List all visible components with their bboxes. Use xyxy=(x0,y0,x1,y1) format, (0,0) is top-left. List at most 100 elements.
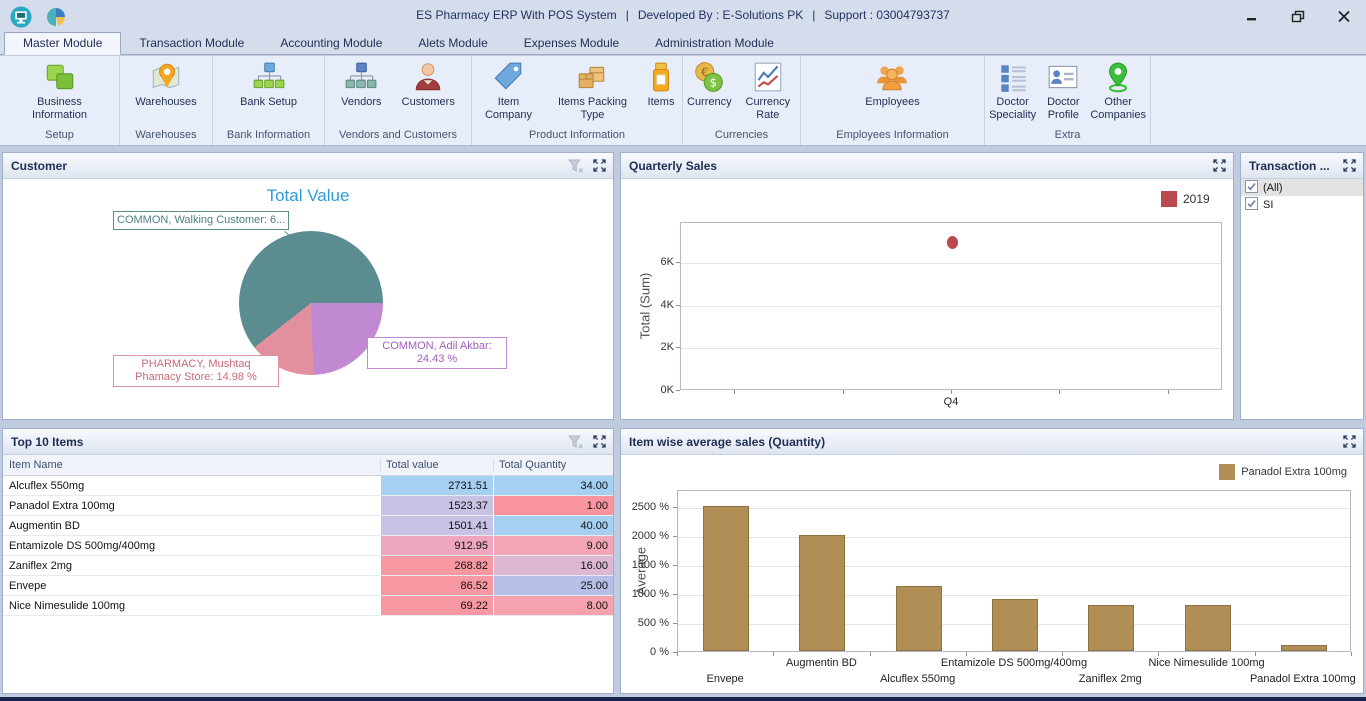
ribbon-button-label: Items xyxy=(648,96,675,109)
transaction-filter-si[interactable]: SI xyxy=(1241,196,1363,213)
tab-accounting-module[interactable]: Accounting Module xyxy=(262,33,400,54)
column-header-total-value[interactable]: Total value xyxy=(380,459,493,471)
gridline xyxy=(678,537,1350,538)
bar-nice-nimesulide-100mg[interactable] xyxy=(1185,605,1231,651)
ribbon-button-items[interactable]: Items xyxy=(640,59,682,110)
checkbox-checked-icon[interactable] xyxy=(1245,180,1258,196)
gridline xyxy=(678,508,1350,509)
legend-2019: 2019 xyxy=(1161,191,1210,207)
tab-expenses-module[interactable]: Expenses Module xyxy=(506,33,637,54)
doctor-profile-icon xyxy=(1046,60,1080,94)
legend-label: 2019 xyxy=(1183,192,1210,206)
expand-icon[interactable] xyxy=(593,435,606,448)
bar-alcuflex-550mg[interactable] xyxy=(896,586,942,651)
cell-total-quantity: 16.00 xyxy=(493,556,613,575)
ribbon-button-customers[interactable]: Customers xyxy=(398,59,459,110)
transaction-filter-list: (All) SI xyxy=(1241,179,1363,419)
ribbon-button-currency-rate[interactable]: Currency Rate xyxy=(736,59,800,123)
x-tick-mark xyxy=(1158,652,1159,656)
y-tick-mark xyxy=(673,507,677,508)
ribbon-button-employees[interactable]: Employees xyxy=(861,59,923,110)
ribbon-button-items-packing-type[interactable]: Items Packing Type xyxy=(545,59,640,123)
other-companies-icon xyxy=(1101,60,1135,94)
ribbon-group-employees-information: EmployeesEmployees Information xyxy=(801,56,985,145)
ribbon-group-caption: Vendors and Customers xyxy=(325,129,471,145)
column-header-total-quantity[interactable]: Total Quantity xyxy=(493,459,613,471)
app-window: ES Pharmacy ERP With POS System|Develope… xyxy=(0,0,1366,701)
ribbon-button-label: Vendors xyxy=(341,96,381,109)
window-title: ES Pharmacy ERP With POS System|Develope… xyxy=(0,8,1366,22)
x-category-label: Panadol Extra 100mg xyxy=(1250,673,1356,685)
tab-transaction-module[interactable]: Transaction Module xyxy=(121,33,262,54)
ribbon-button-doctor-profile[interactable]: Doctor Profile xyxy=(1040,59,1086,123)
x-tick-mark xyxy=(966,652,967,656)
ribbon-group-caption: Bank Information xyxy=(213,129,324,145)
y-tick-mark xyxy=(676,347,680,348)
expand-icon[interactable] xyxy=(1343,159,1356,172)
ribbon-group-caption: Currencies xyxy=(683,129,800,145)
table-row[interactable]: Envepe86.5225.00 xyxy=(3,576,613,596)
customers-icon xyxy=(411,60,445,94)
expand-icon[interactable] xyxy=(1213,159,1226,172)
bar-panadol-extra-100mg[interactable] xyxy=(1281,645,1327,651)
module-tabs: Master ModuleTransaction ModuleAccountin… xyxy=(0,33,1366,55)
expand-icon[interactable] xyxy=(1343,435,1356,448)
checkbox-checked-icon[interactable] xyxy=(1245,197,1258,213)
table-row[interactable]: Alcuflex 550mg2731.5134.00 xyxy=(3,476,613,496)
total-value-pie[interactable] xyxy=(239,231,383,375)
business-information-icon xyxy=(43,60,77,94)
ribbon-button-label: Items Packing Type xyxy=(549,96,636,122)
cell-total-value: 1501.41 xyxy=(380,516,493,535)
tab-administration-module[interactable]: Administration Module xyxy=(637,33,792,54)
gridline xyxy=(678,595,1350,596)
y-tick-mark xyxy=(673,623,677,624)
table-row[interactable]: Augmentin BD1501.4140.00 xyxy=(3,516,613,536)
ribbon-button-business-information[interactable]: Business Information xyxy=(8,59,112,123)
expand-icon[interactable] xyxy=(593,159,606,172)
column-header-item-name[interactable]: Item Name xyxy=(3,459,380,471)
table-row[interactable]: Zaniflex 2mg268.8216.00 xyxy=(3,556,613,576)
bar-envepe[interactable] xyxy=(703,506,749,651)
legend-swatch xyxy=(1161,191,1177,207)
ribbon-group-caption: Product Information xyxy=(472,129,682,145)
ribbon-button-item-company[interactable]: Item Company xyxy=(472,59,545,123)
quarterly-panel-title: Quarterly Sales xyxy=(629,159,1204,173)
filter-icon[interactable] xyxy=(568,159,584,173)
legend-swatch xyxy=(1219,464,1235,480)
y-tick-mark xyxy=(676,262,680,263)
x-tick-mark xyxy=(1351,652,1352,656)
ribbon-button-doctor-speciality[interactable]: Doctor Speciality xyxy=(985,59,1040,123)
table-row[interactable]: Nice Nimesulide 100mg69.228.00 xyxy=(3,596,613,616)
minimize-icon[interactable] xyxy=(1244,8,1260,24)
avg-panel-header: Item wise average sales (Quantity) xyxy=(621,429,1363,455)
restore-icon[interactable] xyxy=(1290,8,1306,24)
quarterly-sales-panel: Quarterly Sales 2019Total (Sum)0K2K4K6KQ… xyxy=(620,152,1234,420)
customer-panel-title: Customer xyxy=(11,159,559,173)
ribbon-button-other-companies[interactable]: Other Companies xyxy=(1086,59,1150,123)
ribbon-button-label: Currency Rate xyxy=(740,96,796,122)
x-tick-mark xyxy=(773,652,774,656)
bar-zaniflex-2mg[interactable] xyxy=(1088,605,1134,651)
bar-augmentin-bd[interactable] xyxy=(799,535,845,651)
data-point-Q4[interactable] xyxy=(947,236,958,249)
y-tick-label: 2500 % xyxy=(623,501,669,513)
currency-icon: €$ xyxy=(692,60,726,94)
transaction-filter-all[interactable]: (All) xyxy=(1241,179,1363,196)
ribbon-button-vendors[interactable]: Vendors xyxy=(337,59,385,110)
ribbon-button-currency[interactable]: €$Currency xyxy=(683,59,736,110)
quarterly-sales-chart: 2019Total (Sum)0K2K4K6KQ4 xyxy=(621,179,1233,419)
ribbon-button-warehouses[interactable]: Warehouses xyxy=(131,59,200,110)
title-separator: | xyxy=(626,8,629,22)
table-row[interactable]: Entamizole DS 500mg/400mg912.959.00 xyxy=(3,536,613,556)
table-row[interactable]: Panadol Extra 100mg1523.371.00 xyxy=(3,496,613,516)
filter-icon[interactable] xyxy=(568,435,584,449)
tab-alets-module[interactable]: Alets Module xyxy=(400,33,505,54)
checkbox-label: SI xyxy=(1263,199,1273,211)
title-separator: | xyxy=(812,8,815,22)
close-icon[interactable] xyxy=(1336,8,1352,24)
tab-master-module[interactable]: Master Module xyxy=(4,32,121,55)
x-category-label: Q4 xyxy=(944,396,959,408)
bar-entamizole-ds-500mg-400mg[interactable] xyxy=(992,599,1038,651)
ribbon-group-bank-information: Bank Setup Bank Information xyxy=(213,56,325,145)
ribbon-button-bank-setup[interactable]: Bank Setup xyxy=(236,59,301,110)
